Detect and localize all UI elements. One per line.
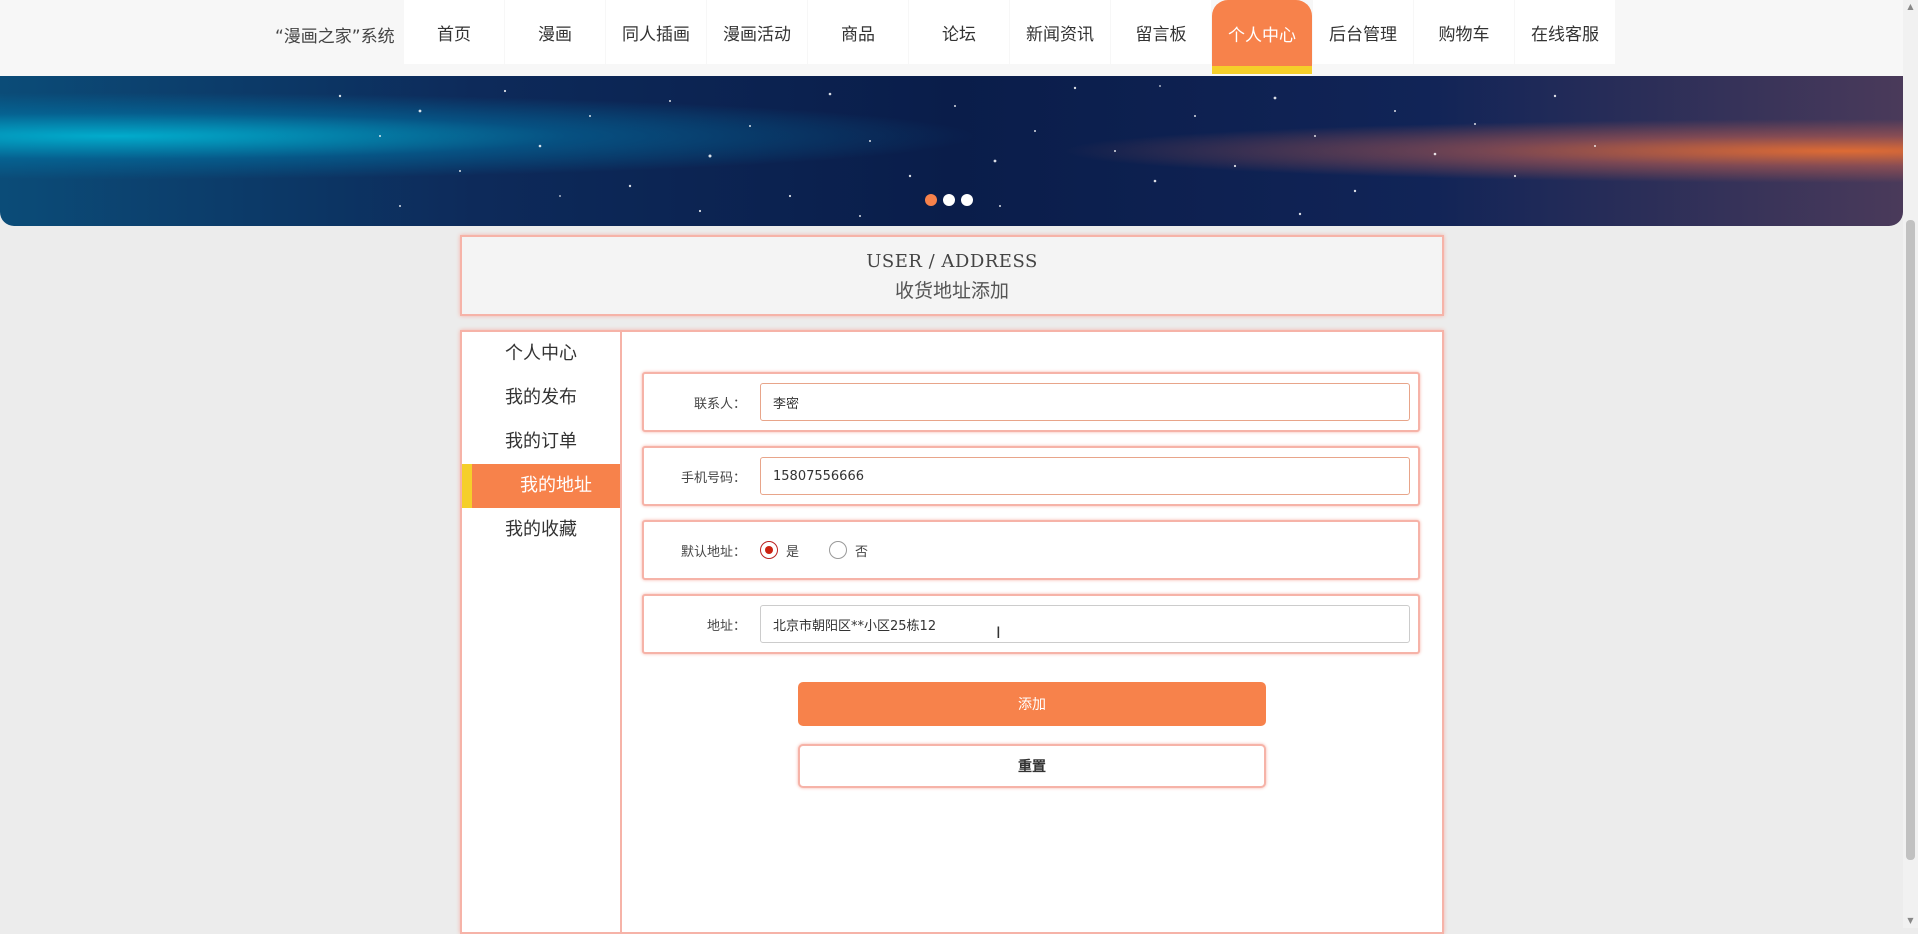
- default-address-label: 默认地址：: [680, 544, 746, 560]
- carousel-indicators: [925, 194, 973, 206]
- contact-label: 联系人：: [693, 396, 746, 412]
- site-brand[interactable]: “漫画之家”系统: [275, 22, 395, 47]
- page-title-zh: 收货地址添加: [894, 280, 1009, 302]
- nav-item-online-service[interactable]: 在线客服: [1515, 0, 1615, 64]
- nav-item-cart[interactable]: 购物车: [1414, 0, 1514, 64]
- sidebar-item-my-orders[interactable]: 我的订单: [462, 420, 620, 464]
- nav-item-comic-events[interactable]: 漫画活动: [707, 0, 807, 64]
- carousel-dot-1[interactable]: [925, 194, 937, 206]
- nav-item-fan-illustrations[interactable]: 同人插画: [606, 0, 706, 64]
- carousel-dot-3[interactable]: [961, 194, 973, 206]
- default-address-row: 默认地址： 是 否: [642, 520, 1420, 580]
- nav-item-comics[interactable]: 漫画: [505, 0, 605, 64]
- default-address-radios: 是 否: [760, 522, 898, 578]
- contact-row: 联系人：: [642, 372, 1420, 432]
- main-panel: 个人中心 我的发布 我的订单 我的地址 我的收藏 联系人： 手机号码： 默认地址…: [460, 330, 1444, 934]
- add-button[interactable]: 添加: [798, 682, 1266, 726]
- radio-no-label[interactable]: 否: [855, 541, 868, 560]
- carousel-dot-2[interactable]: [943, 194, 955, 206]
- hero-banner: [0, 76, 1903, 226]
- nav-item-home[interactable]: 首页: [404, 0, 504, 64]
- address-input[interactable]: [760, 605, 1410, 643]
- user-sidebar: 个人中心 我的发布 我的订单 我的地址 我的收藏: [462, 332, 622, 932]
- phone-input[interactable]: [760, 457, 1410, 495]
- sidebar-item-personal-center[interactable]: 个人中心: [462, 332, 620, 376]
- nav-item-forum[interactable]: 论坛: [909, 0, 1009, 64]
- page-scrollbar[interactable]: ▲ ▼: [1903, 0, 1918, 928]
- sidebar-item-my-favorites[interactable]: 我的收藏: [462, 508, 620, 552]
- sidebar-item-my-posts[interactable]: 我的发布: [462, 376, 620, 420]
- scroll-thumb[interactable]: [1906, 220, 1915, 860]
- radio-yes[interactable]: [760, 541, 778, 559]
- phone-label: 手机号码：: [680, 470, 746, 486]
- radio-yes-label[interactable]: 是: [786, 541, 799, 560]
- page-title-card: USER / ADDRESS 收货地址添加: [460, 235, 1444, 316]
- page-title-en: USER / ADDRESS: [866, 251, 1038, 272]
- scroll-down-arrow-icon[interactable]: ▼: [1906, 916, 1915, 926]
- address-row: 地址：: [642, 594, 1420, 654]
- top-navbar: “漫画之家”系统 首页 漫画 同人插画 漫画活动 商品 论坛 新闻资讯 留言板 …: [0, 0, 1903, 76]
- scroll-up-arrow-icon[interactable]: ▲: [1906, 2, 1915, 12]
- nav-item-message-board[interactable]: 留言板: [1111, 0, 1211, 64]
- contact-input[interactable]: [760, 383, 1410, 421]
- reset-button[interactable]: 重置: [798, 744, 1266, 788]
- nav-item-products[interactable]: 商品: [808, 0, 908, 64]
- address-form: 联系人： 手机号码： 默认地址： 是 否 地址： 添加 重置: [642, 372, 1420, 788]
- nav-item-admin[interactable]: 后台管理: [1313, 0, 1413, 64]
- address-label: 地址：: [706, 618, 746, 634]
- text-cursor-icon: I: [996, 623, 1001, 642]
- radio-no[interactable]: [829, 541, 848, 559]
- nav-item-personal-center[interactable]: 个人中心: [1212, 0, 1312, 74]
- nav-item-news[interactable]: 新闻资讯: [1010, 0, 1110, 64]
- main-nav: 首页 漫画 同人插画 漫画活动 商品 论坛 新闻资讯 留言板 个人中心 后台管理…: [404, 0, 1616, 74]
- phone-row: 手机号码：: [642, 446, 1420, 506]
- sidebar-item-my-address[interactable]: 我的地址: [462, 464, 620, 508]
